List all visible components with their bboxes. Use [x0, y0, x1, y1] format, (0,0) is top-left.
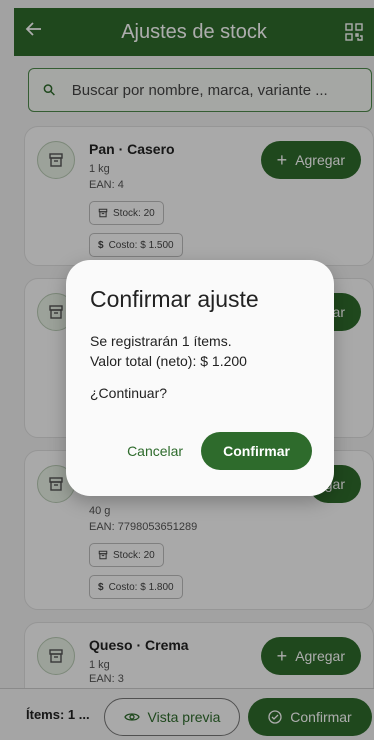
confirm-dialog: Confirmar ajuste Se registrarán 1 ítems.… [66, 260, 334, 496]
dialog-question: ¿Continuar? [90, 385, 168, 401]
dialog-total-line: Valor total (neto): $ 1.200 [90, 353, 247, 369]
cancel-button[interactable]: Cancelar [127, 443, 183, 459]
dialog-title: Confirmar ajuste [90, 286, 259, 312]
confirm-button[interactable]: Confirmar [201, 432, 312, 470]
dialog-items-line: Se registrarán 1 ítems. [90, 333, 232, 349]
dialog-actions: Cancelar Confirmar [66, 432, 334, 470]
